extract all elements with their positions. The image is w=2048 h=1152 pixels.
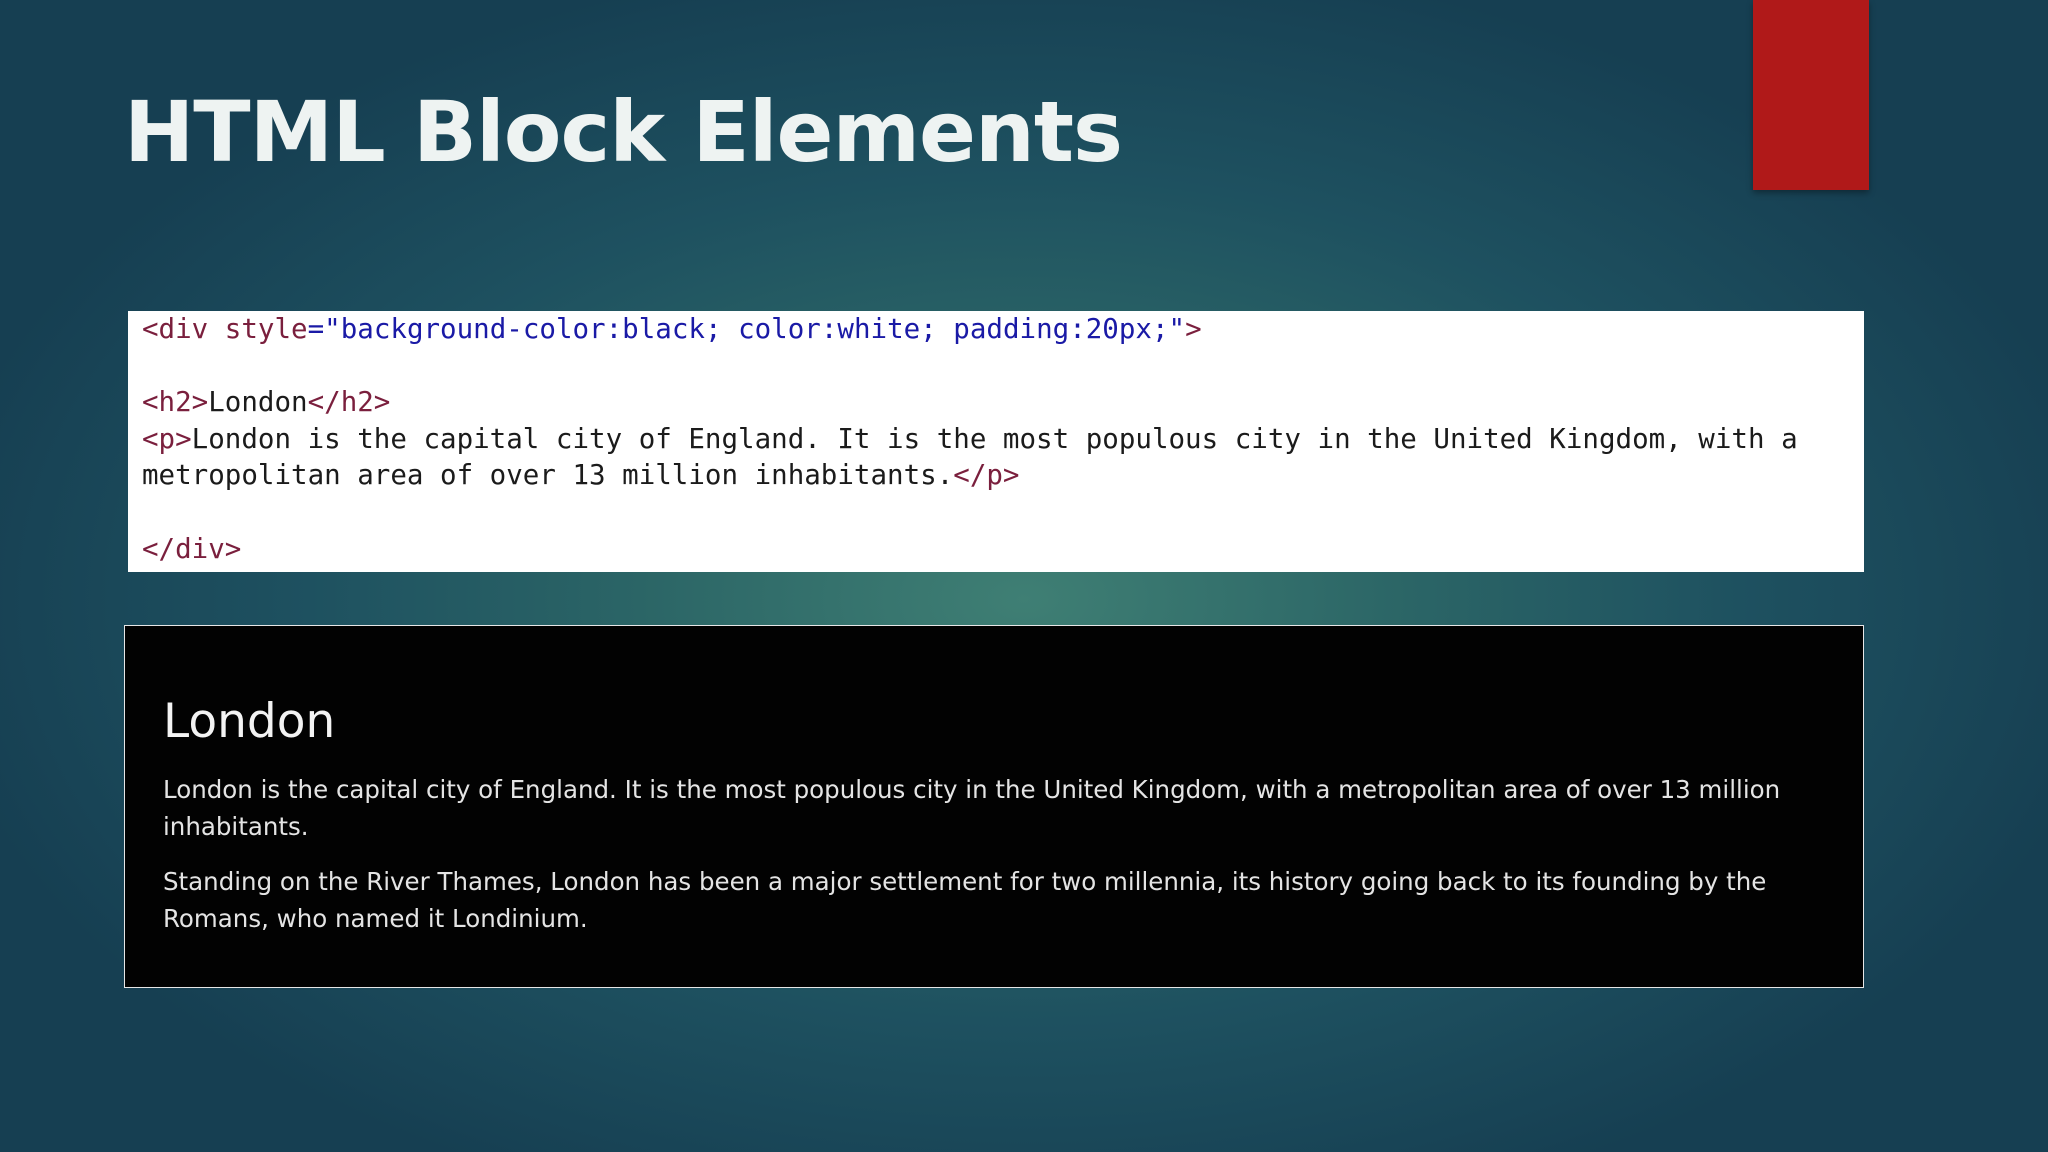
code-tag: </div> (142, 532, 242, 565)
code-attribute-name: style (224, 313, 308, 345)
slide-title: HTML Block Elements (124, 83, 1123, 181)
code-tag: </h2> (307, 386, 391, 419)
slide: HTML Block Elements <div style="backgrou… (0, 0, 2048, 1152)
code-tag: <h2> (142, 386, 209, 419)
accent-bar (1753, 0, 1869, 190)
code-line-p-open: <p>London is the capital city of England… (142, 421, 1850, 458)
code-line-div-open: <div style="background-color:black; colo… (142, 311, 1850, 348)
rendered-paragraph: London is the capital city of England. I… (163, 775, 1781, 841)
code-line-div-close: </div> (142, 531, 1850, 568)
rendered-output-panel: London London is the capital city of Eng… (124, 625, 1864, 988)
rendered-heading: London (163, 694, 336, 749)
code-line-h2: <h2>London</h2> (142, 384, 1850, 421)
code-tag: > (1185, 313, 1202, 345)
rendered-paragraph: Standing on the River Thames, London has… (163, 867, 1767, 933)
code-tag: <p> (142, 422, 192, 455)
code-text: London is the capital city of England. I… (191, 422, 1798, 455)
code-tag: <div (142, 313, 225, 345)
code-tag: </p> (953, 459, 1020, 492)
code-attribute-value: "background-color:black; color:white; pa… (324, 313, 1186, 345)
code-text: London (208, 386, 308, 419)
code-text: metropolitan area of over 13 million inh… (142, 459, 954, 492)
code-equals: = (307, 313, 325, 345)
code-sample-panel: <div style="background-color:black; colo… (128, 311, 1864, 572)
code-line-p-close: metropolitan area of over 13 million inh… (142, 457, 1850, 494)
